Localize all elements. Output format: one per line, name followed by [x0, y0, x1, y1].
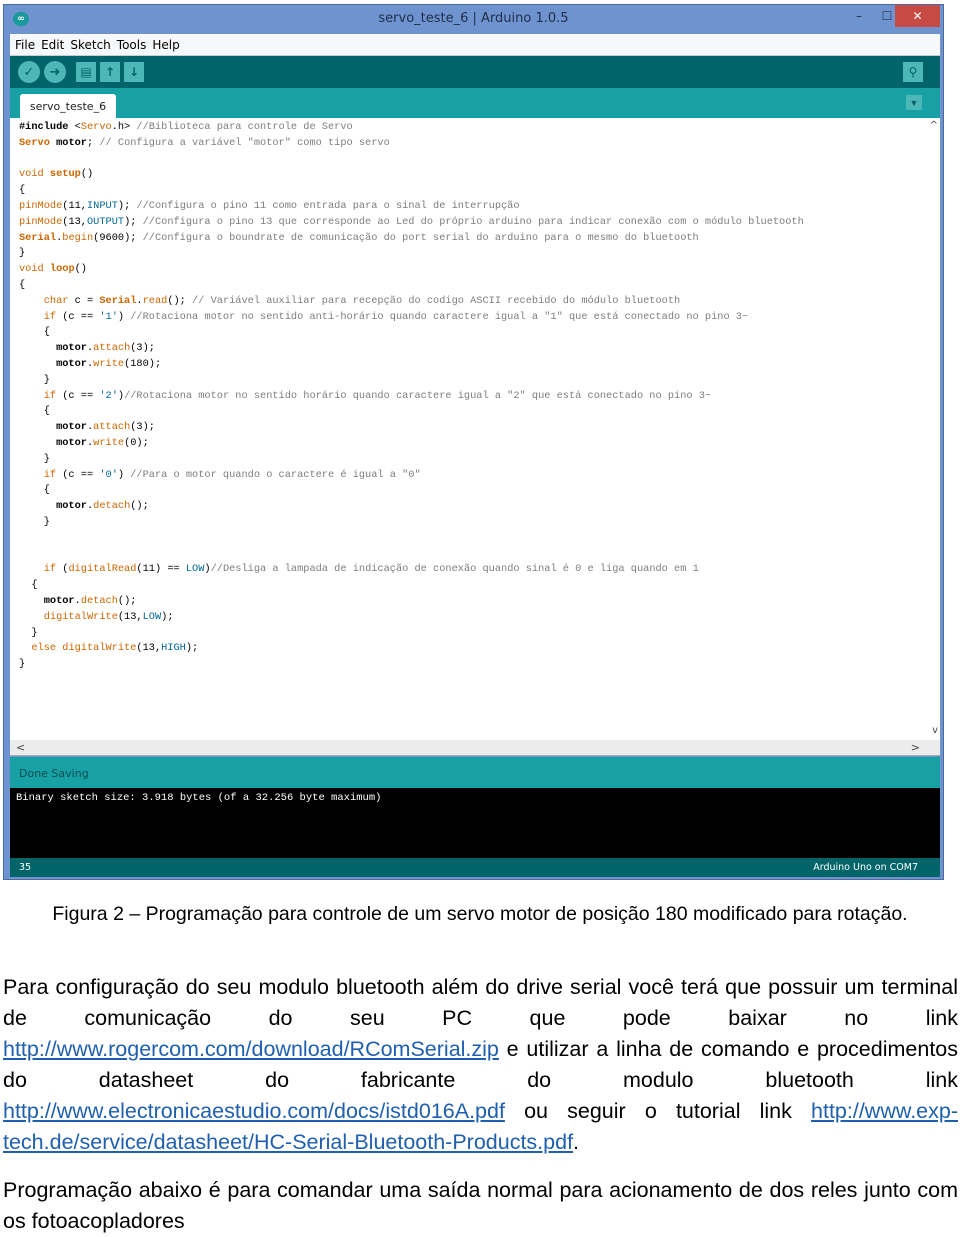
code-line: Serial.begin(9600); //Configura o boundr… [19, 231, 699, 244]
code-line: { [19, 326, 50, 339]
code-line: if (c == '1') //Rotaciona motor no senti… [43, 310, 749, 323]
menu-edit[interactable]: Edit [41, 38, 64, 52]
paragraph-text: ou seguir o tutorial link [504, 1099, 812, 1123]
paragraph-configuration: Para configuração do seu modulo bluetoot… [3, 972, 958, 1158]
console-text: Binary sketch size: 3.918 bytes (of a 32… [16, 792, 382, 804]
code-line: motor.write(0); [56, 436, 149, 449]
code-line: motor.attach(3); [56, 342, 155, 355]
horizontal-scrollbar[interactable]: < > [10, 740, 940, 756]
code-line: motor.attach(3); [56, 421, 155, 434]
magnifier-icon: ⚲ [908, 65, 918, 79]
code-line: } [19, 247, 26, 260]
scroll-right-icon[interactable]: > [911, 741, 920, 754]
menu-file[interactable]: File [15, 38, 35, 52]
code-text[interactable]: #include <Servo.h> //Biblioteca para con… [19, 120, 804, 673]
checkmark-icon: ✓ [23, 64, 35, 80]
code-line: pinMode(13,OUTPUT); //Configura o pino 1… [19, 215, 804, 228]
menu-bar: File Edit Sketch Tools Help [10, 34, 940, 56]
code-line: motor.write(180); [56, 357, 162, 370]
status-message: Done Saving [19, 767, 89, 780]
new-sketch-button[interactable]: ▤ [76, 62, 96, 82]
code-line: Servo motor; // Configura a variável "mo… [19, 136, 390, 149]
link-datasheet[interactable]: http://www.electronicaestudio.com/docs/i… [3, 1099, 505, 1123]
code-line: { [19, 579, 38, 592]
arrow-up-icon: ↑ [104, 65, 116, 79]
code-line: } [19, 373, 50, 386]
close-button[interactable]: ✕ [895, 5, 940, 27]
upload-button[interactable]: ➜ [44, 61, 66, 83]
verify-button[interactable]: ✓ [18, 61, 40, 83]
minimize-button[interactable]: – [844, 5, 874, 27]
code-line: char c = Serial.read(); // Variável auxi… [43, 294, 681, 307]
link-rcomserial[interactable]: http://www.rogercom.com/download/RComSer… [3, 1037, 499, 1061]
code-line: if (c == '2')//Rotaciona motor no sentid… [43, 389, 712, 402]
code-editor[interactable]: #include <Servo.h> //Biblioteca para con… [10, 118, 940, 740]
code-line: } [19, 626, 38, 639]
console-output: Binary sketch size: 3.918 bytes (of a 32… [10, 788, 940, 858]
scroll-up-icon[interactable]: ^ [930, 120, 938, 131]
tab-servo-teste-6[interactable]: servo_teste_6 [20, 94, 116, 118]
board-port-info: Arduino Uno on COM7 [813, 862, 918, 873]
menu-help[interactable]: Help [152, 38, 179, 52]
paragraph-programming: Programação abaixo é para comandar uma s… [3, 1178, 958, 1233]
code-line: #include <Servo.h> //Biblioteca para con… [19, 121, 353, 133]
status-bar: Done Saving [10, 757, 940, 788]
paragraph-text: . [573, 1130, 580, 1154]
figure-caption: Figura 2 – Programação para controle de … [52, 903, 908, 925]
save-button[interactable]: ↓ [124, 62, 144, 82]
arduino-ide-window: ∞ servo_teste_6 | Arduino 1.0.5 – ☐ ✕ Fi… [3, 4, 944, 880]
arrow-down-icon: ↓ [128, 65, 140, 79]
code-line: void loop() [19, 263, 87, 276]
tab-bar: servo_teste_6 ▼ [10, 88, 940, 118]
open-button[interactable]: ↑ [100, 62, 120, 82]
code-line: { [19, 278, 26, 291]
code-line: motor.detach(); [56, 500, 149, 513]
serial-monitor-button[interactable]: ⚲ [903, 62, 923, 82]
toolbar: ✓ ➜ ▤ ↑ ↓ ⚲ [10, 56, 940, 88]
vertical-scrollbar[interactable]: ^ v [926, 118, 940, 740]
code-line: void setup() [19, 168, 94, 181]
code-line: { [19, 405, 50, 418]
code-line: pinMode(11,INPUT); //Configura o pino 11… [19, 199, 520, 212]
window-title: servo_teste_6 | Arduino 1.0.5 [378, 11, 569, 26]
code-line: motor.detach(); [43, 594, 137, 607]
scroll-left-icon[interactable]: < [16, 741, 25, 754]
paragraph-text: Para configuração do seu modulo bluetoot… [3, 975, 958, 1030]
code-line: } [19, 452, 50, 465]
arrow-right-icon: ➜ [49, 64, 61, 80]
code-line: if (digitalRead(11) == LOW)//Desliga a l… [43, 563, 699, 576]
chevron-down-icon: ▼ [909, 97, 919, 108]
code-line: if (c == '0') //Para o motor quando o ca… [43, 468, 421, 481]
code-line: } [19, 515, 50, 528]
menu-tools[interactable]: Tools [117, 38, 147, 52]
code-line: } [19, 658, 26, 671]
code-line: else digitalWrite(13,HIGH); [31, 642, 199, 655]
line-number: 35 [19, 862, 32, 873]
code-line: digitalWrite(13,LOW); [43, 610, 174, 623]
code-line: { [19, 184, 26, 197]
title-bar: ∞ servo_teste_6 | Arduino 1.0.5 – ☐ ✕ [4, 5, 943, 34]
tab-menu-button[interactable]: ▼ [906, 95, 922, 110]
menu-sketch[interactable]: Sketch [70, 38, 110, 52]
document-icon: ▤ [80, 65, 92, 79]
scroll-down-icon[interactable]: v [932, 725, 938, 736]
code-line: { [19, 484, 50, 497]
footer-bar: 35 Arduino Uno on COM7 [10, 858, 940, 877]
